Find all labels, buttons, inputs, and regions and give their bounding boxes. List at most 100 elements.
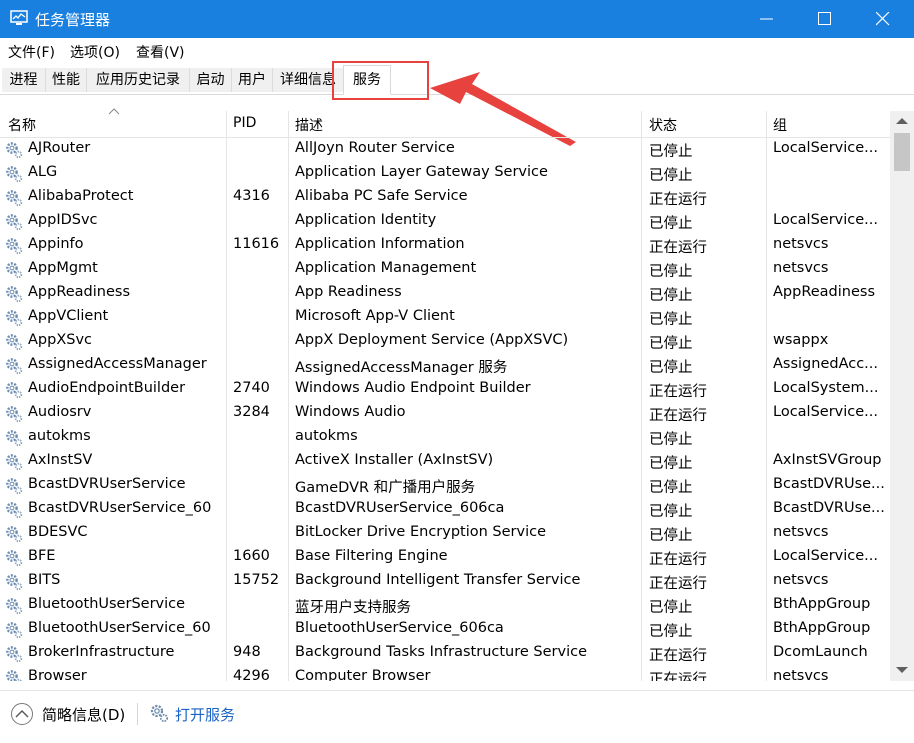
service-gear-icon	[6, 454, 23, 471]
service-description: Windows Audio Endpoint Builder	[295, 380, 531, 396]
service-name: BcastDVRUserService	[28, 476, 186, 492]
minimize-button[interactable]	[738, 0, 796, 38]
tab-bar: 进程 性能 应用历史记录 启动 用户 详细信息 服务	[0, 64, 914, 95]
tab-services[interactable]: 服务	[343, 65, 391, 95]
service-gear-icon	[6, 550, 23, 567]
scroll-down-icon[interactable]	[896, 666, 908, 674]
service-name: Browser	[28, 668, 87, 681]
service-group: AxInstSVGroup	[773, 452, 882, 468]
service-group: LocalService...	[773, 404, 878, 420]
service-row[interactable]: AxInstSV ActiveX Installer (AxInstSV) 已停…	[0, 449, 890, 473]
brief-details-button[interactable]: 简略信息(D)	[42, 704, 125, 725]
service-name: AppMgmt	[28, 260, 98, 276]
service-gear-icon	[6, 382, 23, 399]
column-header-group[interactable]: 组	[773, 115, 787, 135]
service-group: LocalService...	[773, 548, 878, 564]
service-row[interactable]: AppMgmt Application Management 已停止 netsv…	[0, 257, 890, 281]
service-row[interactable]: AppXSvc AppX Deployment Service (AppXSVC…	[0, 329, 890, 353]
tab-processes[interactable]: 进程	[2, 68, 46, 92]
service-row[interactable]: BcastDVRUserService_60 BcastDVRUserServi…	[0, 497, 890, 521]
service-group: DcomLaunch	[773, 644, 868, 660]
tab-app-history[interactable]: 应用历史记录	[87, 68, 190, 92]
service-gear-icon	[6, 430, 23, 447]
service-row[interactable]: Appinfo 11616 Application Information 正在…	[0, 233, 890, 257]
service-group: BcastDVRUse...	[773, 476, 885, 492]
service-row[interactable]: ALG Application Layer Gateway Service 已停…	[0, 161, 890, 185]
service-gear-icon	[6, 574, 23, 591]
service-row[interactable]: AssignedAccessManager AssignedAccessMana…	[0, 353, 890, 377]
service-row[interactable]: Browser 4296 Computer Browser 正在运行 netsv…	[0, 665, 890, 681]
open-services-link[interactable]: 打开服务	[175, 704, 235, 725]
service-pid: 3284	[233, 404, 270, 420]
scroll-up-icon[interactable]	[896, 117, 908, 125]
services-gear-icon	[150, 704, 169, 723]
service-row[interactable]: BluetoothUserService 蓝牙用户支持服务 已停止 BthApp…	[0, 593, 890, 617]
service-group: netsvcs	[773, 668, 829, 681]
vertical-scrollbar[interactable]	[890, 111, 914, 681]
menu-file[interactable]: 文件(F)	[8, 42, 55, 62]
service-status: 已停止	[649, 216, 693, 232]
service-name: BluetoothUserService_60	[28, 620, 211, 636]
tab-users[interactable]: 用户	[232, 68, 273, 92]
tab-details[interactable]: 详细信息	[273, 68, 344, 92]
service-row[interactable]: AppIDSvc Application Identity 已停止 LocalS…	[0, 209, 890, 233]
service-name: BFE	[28, 548, 56, 564]
service-description: autokms	[295, 428, 358, 444]
service-row[interactable]: autokms autokms 已停止	[0, 425, 890, 449]
service-gear-icon	[6, 670, 22, 681]
service-row[interactable]: AJRouter AllJoyn Router Service 已停止 Loca…	[0, 137, 890, 161]
service-description: AssignedAccessManager 服务	[295, 360, 508, 376]
service-row[interactable]: AppReadiness App Readiness 已停止 AppReadin…	[0, 281, 890, 305]
service-description: BcastDVRUserService_606ca	[295, 500, 505, 516]
service-status: 已停止	[649, 144, 693, 160]
service-row[interactable]: AudioEndpointBuilder 2740 Windows Audio …	[0, 377, 890, 401]
tab-startup[interactable]: 启动	[190, 68, 232, 92]
service-name: Audiosrv	[28, 404, 92, 420]
tab-performance[interactable]: 性能	[46, 68, 87, 92]
close-icon	[876, 12, 890, 26]
service-description: Windows Audio	[295, 404, 406, 420]
service-gear-icon	[6, 478, 23, 495]
menu-bar: 文件(F) 选项(O) 查看(V)	[0, 38, 914, 64]
service-name: AppIDSvc	[28, 212, 98, 228]
close-button[interactable]	[854, 0, 912, 38]
service-row[interactable]: BcastDVRUserService GameDVR 和广播用户服务 已停止 …	[0, 473, 890, 497]
service-pid: 11616	[233, 236, 280, 252]
maximize-button[interactable]	[796, 0, 854, 38]
service-status: 已停止	[649, 168, 693, 184]
service-status: 已停止	[649, 600, 693, 616]
service-group: BthAppGroup	[773, 620, 871, 636]
service-name: AxInstSV	[28, 452, 93, 468]
service-gear-icon	[6, 142, 23, 159]
column-header-status[interactable]: 状态	[649, 115, 677, 135]
service-group: netsvcs	[773, 524, 829, 540]
column-header-name[interactable]: 名称	[8, 115, 36, 135]
service-gear-icon	[6, 238, 23, 255]
service-description: Background Tasks Infrastructure Service	[295, 644, 587, 660]
service-gear-icon	[6, 598, 23, 615]
service-group: netsvcs	[773, 572, 829, 588]
column-header-description[interactable]: 描述	[295, 115, 323, 135]
service-name: AppReadiness	[28, 284, 131, 300]
service-row[interactable]: BITS 15752 Background Intelligent Transf…	[0, 569, 890, 593]
service-row[interactable]: BDESVC BitLocker Drive Encryption Servic…	[0, 521, 890, 545]
service-row[interactable]: BrokerInfrastructure 948 Background Task…	[0, 641, 890, 665]
service-name: AlibabaProtect	[28, 188, 134, 204]
service-gear-icon	[6, 262, 23, 279]
service-description: AllJoyn Router Service	[295, 140, 455, 156]
service-status: 已停止	[649, 336, 693, 352]
menu-options[interactable]: 选项(O)	[70, 42, 120, 62]
service-row[interactable]: BluetoothUserService_60 BluetoothUserSer…	[0, 617, 890, 641]
scrollbar-thumb[interactable]	[894, 133, 910, 171]
menu-view[interactable]: 查看(V)	[136, 42, 185, 62]
service-gear-icon	[6, 622, 23, 639]
service-group: AppReadiness	[773, 284, 876, 300]
service-row[interactable]: Audiosrv 3284 Windows Audio 正在运行 LocalSe…	[0, 401, 890, 425]
service-row[interactable]: BFE 1660 Base Filtering Engine 正在运行 Loca…	[0, 545, 890, 569]
service-group: AssignedAcc...	[773, 356, 879, 372]
service-row[interactable]: AppVClient Microsoft App-V Client 已停止	[0, 305, 890, 329]
column-header-pid[interactable]: PID	[233, 115, 256, 135]
service-gear-icon	[6, 502, 23, 519]
service-row[interactable]: AlibabaProtect 4316 Alibaba PC Safe Serv…	[0, 185, 890, 209]
collapse-chevron-icon[interactable]	[10, 702, 34, 726]
